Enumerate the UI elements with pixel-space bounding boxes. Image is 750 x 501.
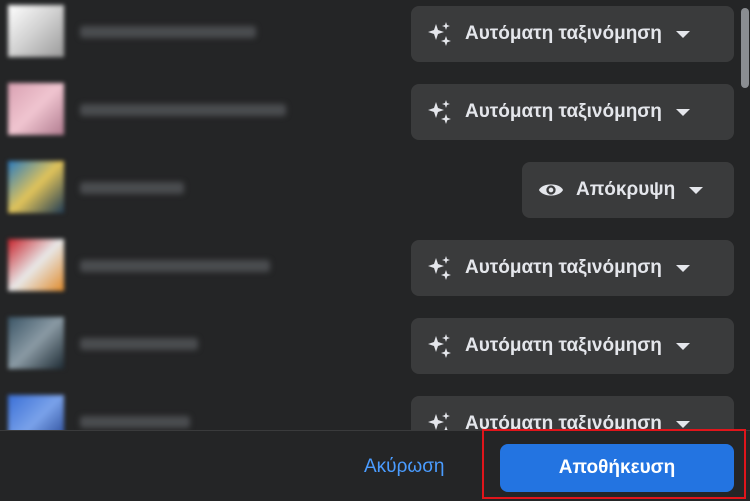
redacted-name <box>80 26 256 38</box>
sort-option-dropdown[interactable]: Αυτόματη ταξινόμηση <box>411 318 734 374</box>
sparkles-icon <box>427 333 453 359</box>
cancel-button[interactable]: Ακύρωση <box>364 456 445 478</box>
list-item: Αυτόματη ταξινόμηση <box>0 0 740 78</box>
sort-option-dropdown[interactable]: Αυτόματη ταξινόμηση <box>411 84 734 140</box>
redacted-name <box>80 104 286 116</box>
avatar <box>8 239 64 291</box>
chevron-down-icon <box>675 30 690 38</box>
avatar <box>8 161 64 213</box>
chevron-down-icon <box>675 420 690 428</box>
dropdown-label: Αυτόματη ταξινόμηση <box>465 101 662 122</box>
list-item: Αυτόματη ταξινόμηση <box>0 312 740 390</box>
sort-option-dropdown[interactable]: Αυτόματη ταξινόμηση <box>411 6 734 62</box>
redacted-name <box>80 338 198 350</box>
sparkles-icon <box>427 255 453 281</box>
sort-option-dropdown[interactable]: Αυτόματη ταξινόμηση <box>411 240 734 296</box>
list-item: Αυτόματη ταξινόμηση <box>0 390 740 430</box>
sparkles-icon <box>427 411 453 430</box>
dropdown-label: Αυτόματη ταξινόμηση <box>465 257 662 278</box>
page-list: Αυτόματη ταξινόμηση Αυτόματη ταξινόμηση … <box>0 0 740 430</box>
redacted-name <box>80 182 184 194</box>
list-item: Αυτόματη ταξινόμηση <box>0 234 740 312</box>
redacted-name <box>80 416 190 428</box>
list-item: Αυτόματη ταξινόμηση <box>0 78 740 156</box>
scrollbar-thumb[interactable] <box>741 8 749 88</box>
avatar <box>8 83 64 135</box>
avatar <box>8 5 64 57</box>
list-item: Απόκρυψη <box>0 156 740 234</box>
avatar <box>8 395 64 430</box>
scrollbar-track[interactable] <box>740 0 750 430</box>
sparkles-icon <box>427 21 453 47</box>
dropdown-label: Απόκρυψη <box>576 179 676 200</box>
eye-icon <box>538 177 564 203</box>
save-button[interactable]: Αποθήκευση <box>500 444 734 492</box>
sparkles-icon <box>427 99 453 125</box>
dropdown-label: Αυτόματη ταξινόμηση <box>465 335 662 356</box>
chevron-down-icon <box>689 186 704 194</box>
chevron-down-icon <box>675 108 690 116</box>
chevron-down-icon <box>675 342 690 350</box>
avatar <box>8 317 64 369</box>
chevron-down-icon <box>675 264 690 272</box>
sort-option-dropdown[interactable]: Απόκρυψη <box>522 162 734 218</box>
redacted-name <box>80 260 270 272</box>
sort-option-dropdown[interactable]: Αυτόματη ταξινόμηση <box>411 396 734 430</box>
dropdown-label: Αυτόματη ταξινόμηση <box>465 23 662 44</box>
dropdown-label: Αυτόματη ταξινόμηση <box>465 413 662 430</box>
